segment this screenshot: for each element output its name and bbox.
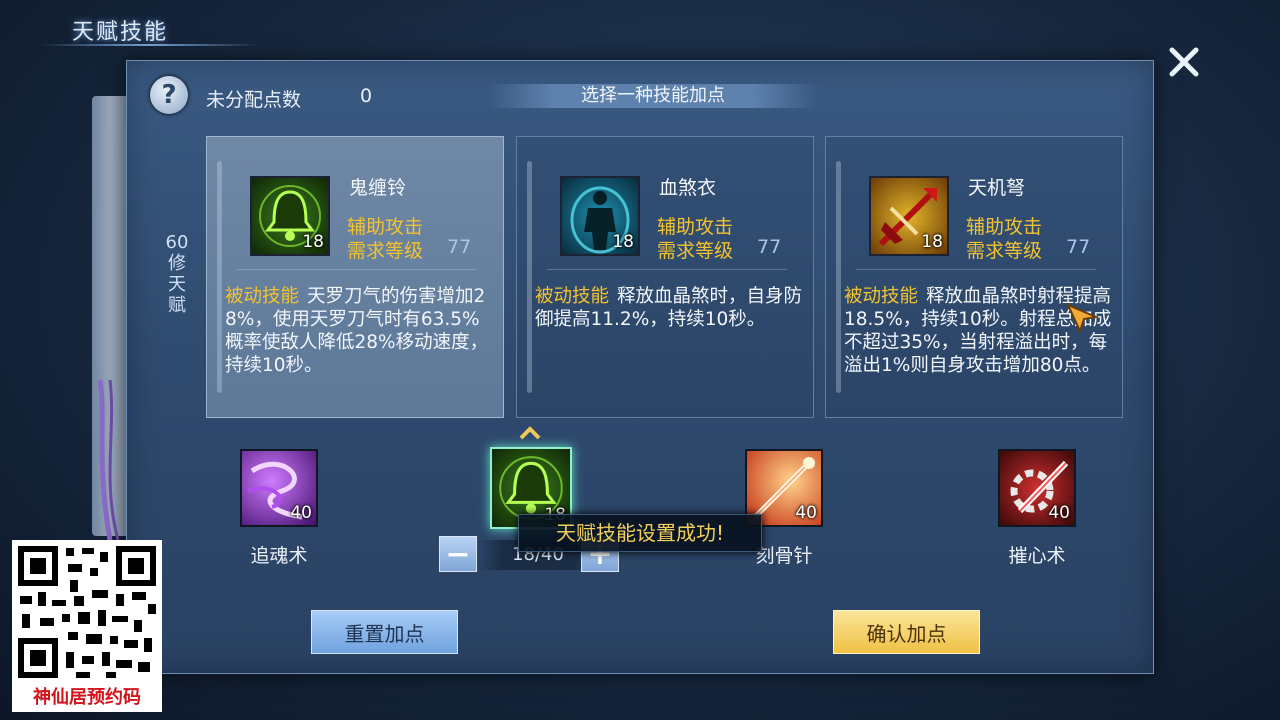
talent-card-xueshayi[interactable]: 18 血煞衣 辅助攻击 需求等级 77 被动技能 释放血晶煞时，自身防御提高11.… (516, 136, 814, 418)
card-scrollbar[interactable] (836, 161, 841, 393)
skill-cuixinshu[interactable]: 40 (998, 449, 1076, 527)
side-label: 60修天赋 (165, 232, 189, 316)
passive-label: 被动技能 (225, 286, 300, 307)
skill-name: 追魂术 (250, 545, 308, 567)
card-req-value: 77 (447, 236, 472, 258)
skill-level: 18 (612, 232, 634, 252)
passive-label: 被动技能 (844, 286, 919, 307)
card-req-label: 需求等级 (657, 240, 734, 262)
card-description: 被动技能 释放血晶煞时，自身防御提高11.2%，持续10秒。 (535, 285, 807, 331)
success-toast: 天赋技能设置成功! (518, 514, 762, 552)
skill-level: 18 (921, 232, 943, 252)
card-scrollbar[interactable] (217, 161, 222, 393)
card-req-value: 77 (1066, 236, 1091, 258)
page-title: 天赋技能 (72, 20, 169, 45)
skill-level: 18 (302, 232, 324, 252)
card-type: 辅助攻击 (347, 216, 424, 238)
chevron-up-icon (519, 426, 541, 440)
unassigned-points-value: 0 (360, 85, 373, 107)
crossbow-icon: 18 (869, 176, 949, 256)
skill-level: 40 (290, 503, 312, 523)
card-name: 血煞衣 (659, 177, 717, 199)
choose-skill-banner: 选择一种技能加点 (488, 84, 818, 108)
reset-points-button[interactable]: 重置加点 (311, 610, 458, 654)
card-req-value: 77 (757, 236, 782, 258)
skill-name: 摧心术 (1008, 545, 1066, 567)
cursor-pointer-icon (1066, 303, 1098, 333)
talent-card-guichanling[interactable]: 18 鬼缠铃 辅助攻击 需求等级 77 被动技能 天罗刀气的伤害增加28%，使用天… (206, 136, 504, 418)
card-divider (237, 269, 477, 270)
skill-level: 40 (1048, 503, 1070, 523)
title-underline (40, 44, 260, 46)
card-scrollbar[interactable] (527, 161, 532, 393)
qr-code-icon (18, 546, 156, 678)
card-description: 被动技能 天罗刀气的伤害增加28%，使用天罗刀气时有63.5%概率使敌人降低28%… (225, 285, 497, 377)
help-icon[interactable]: ? (150, 76, 188, 114)
bell-icon: 18 (250, 176, 330, 256)
card-req-label: 需求等级 (966, 240, 1043, 262)
card-divider (547, 269, 787, 270)
card-divider (856, 269, 1096, 270)
close-icon (1169, 47, 1199, 77)
talent-card-tianjinu[interactable]: 18 天机弩 辅助攻击 需求等级 77 被动技能 释放血晶煞时射程提高18.5%，… (825, 136, 1123, 418)
card-type: 辅助攻击 (657, 216, 734, 238)
decrement-button[interactable]: − (439, 536, 477, 572)
card-type: 辅助攻击 (966, 216, 1043, 238)
close-button[interactable] (1166, 44, 1202, 80)
card-req-label: 需求等级 (347, 240, 424, 262)
ribbon-decoration (97, 380, 120, 540)
aura-figure-icon: 18 (560, 176, 640, 256)
qr-caption: 神仙居预约码 (12, 684, 162, 712)
card-name: 鬼缠铃 (349, 177, 407, 199)
confirm-points-button[interactable]: 确认加点 (833, 610, 980, 654)
skill-zhuihunshu[interactable]: 40 (240, 449, 318, 527)
card-name: 天机弩 (968, 177, 1026, 199)
skill-level: 40 (795, 503, 817, 523)
passive-label: 被动技能 (535, 286, 610, 307)
unassigned-points-label: 未分配点数 (206, 89, 302, 111)
